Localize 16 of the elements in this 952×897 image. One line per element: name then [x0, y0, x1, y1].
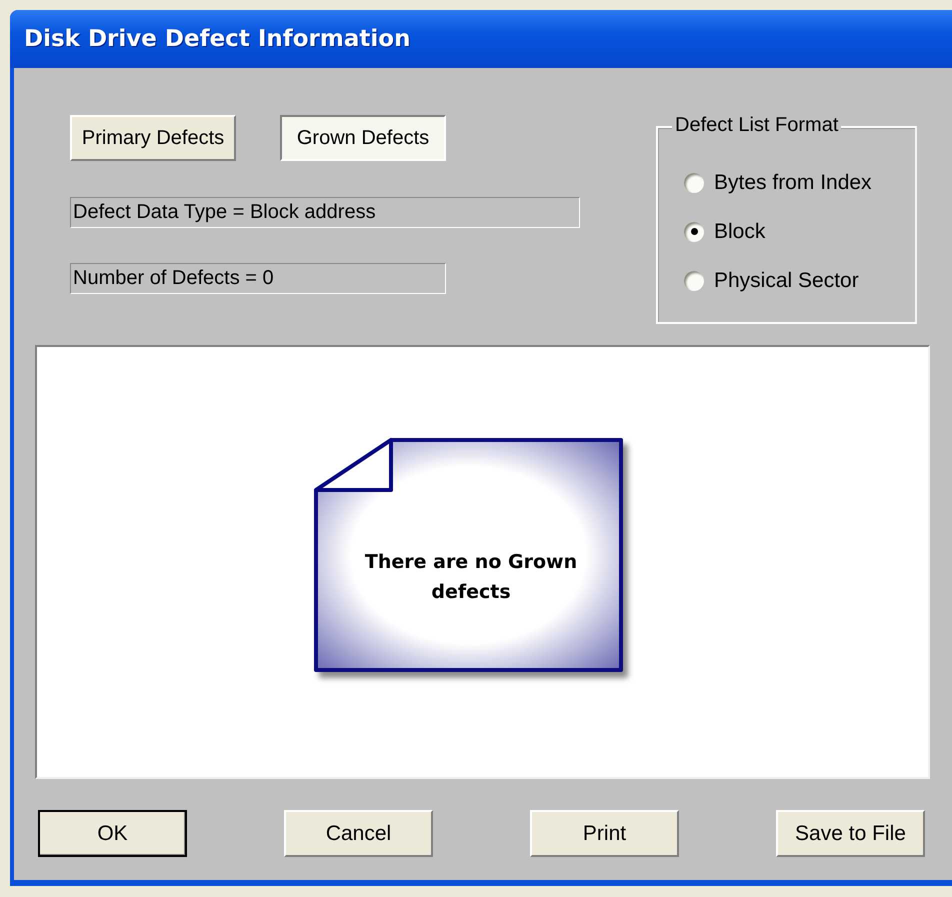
message-text: There are no Grown defects — [364, 550, 578, 604]
info-field: Defect Data Type = Block address — [70, 197, 580, 228]
dialog-button[interactable]: Save to File — [776, 810, 925, 857]
dialog-button[interactable]: Cancel — [284, 810, 433, 857]
dialog-button[interactable]: OK — [38, 810, 187, 857]
radio-label[interactable]: Block — [714, 220, 766, 244]
radio-button[interactable] — [684, 222, 704, 242]
window-title: Disk Drive Defect Information — [24, 26, 410, 52]
info-field: Number of Defects = 0 — [70, 263, 446, 294]
radio-label[interactable]: Physical Sector — [714, 268, 859, 292]
radio-button[interactable] — [684, 270, 704, 290]
dialog-button[interactable]: Print — [530, 810, 679, 857]
defect-tab[interactable]: Primary Defects — [70, 115, 236, 161]
radio-button[interactable] — [684, 172, 704, 192]
defect-tab[interactable]: Grown Defects — [280, 115, 446, 161]
radio-label[interactable]: Bytes from Index — [714, 170, 872, 194]
